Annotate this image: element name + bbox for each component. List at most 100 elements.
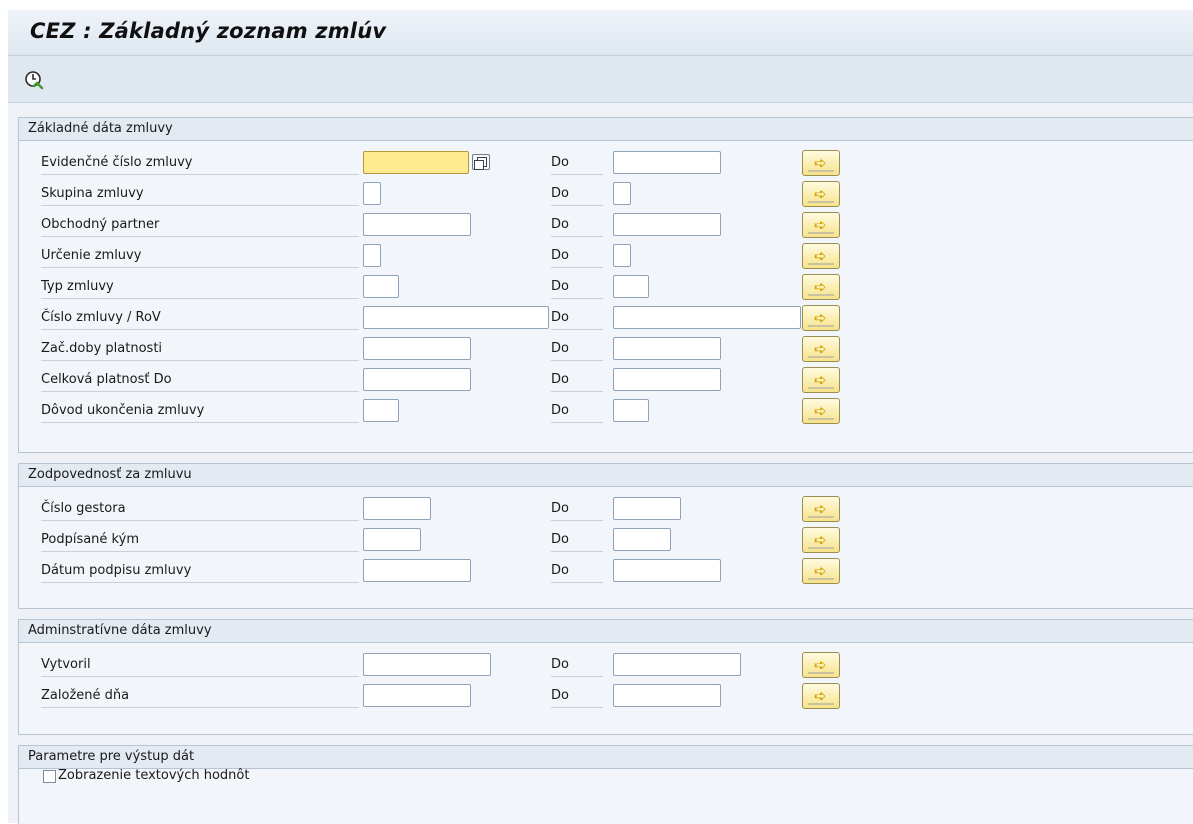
field-label: Zač.doby platnosti	[41, 338, 359, 361]
arrow-right-icon: ➪	[814, 500, 827, 518]
to-label: Do	[551, 214, 603, 237]
multiple-selection-button[interactable]: ➪	[802, 683, 840, 709]
row-contract-group: Skupina zmluvy Do ➪	[19, 181, 1193, 207]
row-signed-by: Podpísané kým Do ➪	[19, 527, 1193, 553]
arrow-right-icon: ➪	[814, 687, 827, 705]
multiple-selection-button[interactable]: ➪	[802, 652, 840, 678]
row-validity-start: Zač.doby platnosti Do ➪	[19, 336, 1193, 362]
contract-rov-to-input[interactable]	[613, 306, 801, 329]
group-basic-data: Základné dáta zmluvy Evidenčné číslo zml…	[18, 117, 1193, 453]
to-label: Do	[551, 400, 603, 423]
field-label: Dôvod ukončenia zmluvy	[41, 400, 359, 423]
to-label: Do	[551, 152, 603, 175]
to-label: Do	[551, 654, 603, 677]
business-partner-to-input[interactable]	[613, 213, 721, 236]
total-validity-to-input[interactable]	[613, 368, 721, 391]
arrow-right-icon: ➪	[814, 340, 827, 358]
validity-start-from-input[interactable]	[363, 337, 471, 360]
multiple-selection-button[interactable]: ➪	[802, 212, 840, 238]
group-admin-data-title: Adminstratívne dáta zmluvy	[19, 620, 1193, 643]
row-contract-type: Typ zmluvy Do ➪	[19, 274, 1193, 300]
multiple-selection-button[interactable]: ➪	[802, 150, 840, 176]
created-on-from-input[interactable]	[363, 684, 471, 707]
row-contract-rov: Číslo zmluvy / RoV Do ➪	[19, 305, 1193, 331]
multiple-selection-button[interactable]: ➪	[802, 305, 840, 331]
field-label: Číslo gestora	[41, 498, 359, 521]
to-label: Do	[551, 307, 603, 330]
multiple-selection-button[interactable]: ➪	[802, 336, 840, 362]
field-label: Vytvoril	[41, 654, 359, 677]
arrow-right-icon: ➪	[814, 185, 827, 203]
multiple-selection-button[interactable]: ➪	[802, 181, 840, 207]
guarantor-number-from-input[interactable]	[363, 497, 431, 520]
arrow-right-icon: ➪	[814, 402, 827, 420]
to-label: Do	[551, 245, 603, 268]
arrow-right-icon: ➪	[814, 154, 827, 172]
contract-purpose-to-input[interactable]	[613, 244, 631, 267]
validity-start-to-input[interactable]	[613, 337, 721, 360]
contract-purpose-from-input[interactable]	[363, 244, 381, 267]
contract-number-from-input[interactable]	[363, 151, 469, 174]
multiple-selection-button[interactable]: ➪	[802, 243, 840, 269]
group-admin-data: Adminstratívne dáta zmluvy Vytvoril Do ➪…	[18, 619, 1193, 735]
field-label: Skupina zmluvy	[41, 183, 359, 206]
termination-reason-to-input[interactable]	[613, 399, 649, 422]
total-validity-from-input[interactable]	[363, 368, 471, 391]
contract-group-from-input[interactable]	[363, 182, 381, 205]
group-responsibility: Zodpovednosť za zmluvu Číslo gestora Do …	[18, 463, 1193, 609]
field-label: Obchodný partner	[41, 214, 359, 237]
field-label: Evidenčné číslo zmluvy	[41, 152, 359, 175]
multiple-selection-button[interactable]: ➪	[802, 558, 840, 584]
signature-date-to-input[interactable]	[613, 559, 721, 582]
created-by-to-input[interactable]	[613, 653, 741, 676]
group-output-params: Parametre pre výstup dát Zobrazenie text…	[18, 745, 1193, 824]
row-guarantor-number: Číslo gestora Do ➪	[19, 496, 1193, 522]
to-label: Do	[551, 276, 603, 299]
arrow-right-icon: ➪	[814, 247, 827, 265]
show-text-values-label: Zobrazenie textových hodnôt	[58, 768, 250, 783]
arrow-right-icon: ➪	[814, 216, 827, 234]
created-on-to-input[interactable]	[613, 684, 721, 707]
multiple-selection-button[interactable]: ➪	[802, 398, 840, 424]
contract-number-to-input[interactable]	[613, 151, 721, 174]
multiple-selection-button[interactable]: ➪	[802, 274, 840, 300]
termination-reason-from-input[interactable]	[363, 399, 399, 422]
field-label: Určenie zmluvy	[41, 245, 359, 268]
arrow-right-icon: ➪	[814, 309, 827, 327]
to-label: Do	[551, 529, 603, 552]
row-contract-number: Evidenčné číslo zmluvy Do ➪	[19, 150, 1193, 176]
multiple-selection-button[interactable]: ➪	[802, 367, 840, 393]
row-signature-date: Dátum podpisu zmluvy Do ➪	[19, 558, 1193, 584]
to-label: Do	[551, 685, 603, 708]
title-bar: CEZ : Základný zoznam zmlúv	[8, 10, 1193, 56]
group-responsibility-title: Zodpovednosť za zmluvu	[19, 464, 1193, 487]
created-by-from-input[interactable]	[363, 653, 491, 676]
group-basic-data-title: Základné dáta zmluvy	[19, 118, 1193, 141]
signed-by-from-input[interactable]	[363, 528, 421, 551]
field-label: Číslo zmluvy / RoV	[41, 307, 359, 330]
field-label: Založené dňa	[41, 685, 359, 708]
show-text-values-checkbox[interactable]	[43, 770, 56, 783]
to-label: Do	[551, 498, 603, 521]
application-toolbar	[8, 56, 1193, 103]
signature-date-from-input[interactable]	[363, 559, 471, 582]
guarantor-number-to-input[interactable]	[613, 497, 681, 520]
to-label: Do	[551, 338, 603, 361]
arrow-right-icon: ➪	[814, 656, 827, 674]
contract-type-to-input[interactable]	[613, 275, 649, 298]
value-help-icon[interactable]	[472, 154, 490, 170]
multiple-selection-button[interactable]: ➪	[802, 496, 840, 522]
execute-clock-icon[interactable]	[24, 70, 44, 90]
field-label: Typ zmluvy	[41, 276, 359, 299]
row-business-partner: Obchodný partner Do ➪	[19, 212, 1193, 238]
business-partner-from-input[interactable]	[363, 213, 471, 236]
signed-by-to-input[interactable]	[613, 528, 671, 551]
multiple-selection-button[interactable]: ➪	[802, 527, 840, 553]
contract-rov-from-input[interactable]	[363, 306, 549, 329]
arrow-right-icon: ➪	[814, 371, 827, 389]
field-label: Dátum podpisu zmluvy	[41, 560, 359, 583]
to-label: Do	[551, 560, 603, 583]
page-title: CEZ : Základný zoznam zmlúv	[30, 19, 387, 43]
contract-type-from-input[interactable]	[363, 275, 399, 298]
contract-group-to-input[interactable]	[613, 182, 631, 205]
